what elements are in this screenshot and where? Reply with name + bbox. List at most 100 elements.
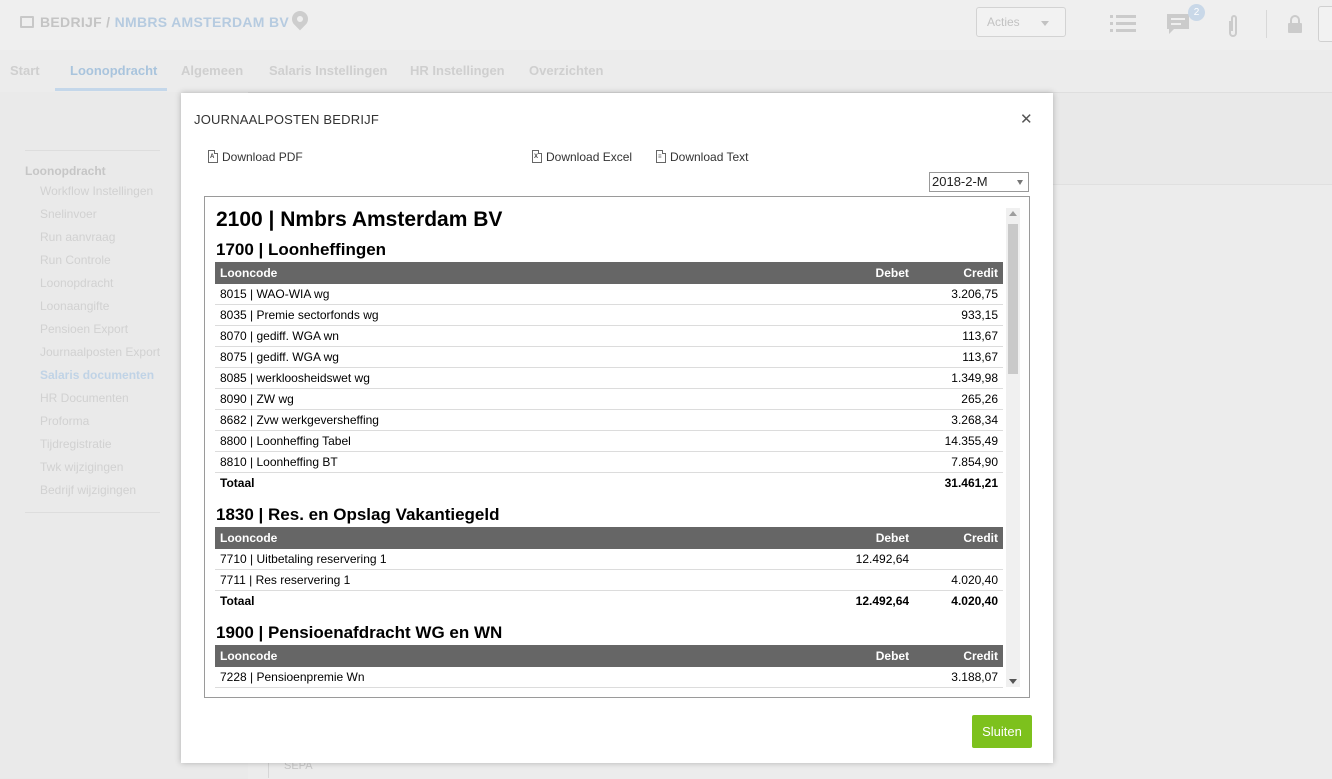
download-pdf-label: Download PDF [222,150,303,164]
main-tabs: Start Loonopdracht Algemeen Salaris Inst… [0,50,1332,93]
credit-cell: 1.349,98 [913,367,1003,389]
user-menu-button[interactable] [1318,6,1332,42]
sluiten-button[interactable]: Sluiten [972,715,1032,748]
sidebar-item-tijdregistratie[interactable]: Tijdregistratie [40,437,112,451]
sidebar-item-loonopdracht[interactable]: Loonopdracht [40,276,113,290]
section-heading: 1700 | Loonheffingen [216,240,387,259]
pdf-file-icon: A [208,150,218,163]
credit-cell: 3.268,34 [913,409,1003,431]
chat-count-badge: 2 [1188,4,1205,21]
debet-cell: 12.492,64 [826,549,915,570]
tab-loonopdracht[interactable]: Loonopdracht [70,63,157,78]
acties-dropdown[interactable]: Acties [976,7,1066,37]
tab-hr-instellingen[interactable]: HR Instellingen [410,63,505,78]
report-scrollbar[interactable] [1006,208,1020,687]
looncode-cell: 8075 | gediff. WGA wg [215,346,828,368]
looncode-cell: 8035 | Premie sectorfonds wg [215,304,828,326]
debet-cell [827,409,914,431]
tab-overzichten[interactable]: Overzichten [529,63,603,78]
paperclip-icon[interactable] [1226,13,1240,39]
looncode-cell: 8810 | Loonheffing BT [215,451,828,473]
credit-cell: 933,15 [913,304,1003,326]
debet-cell [827,388,914,410]
credit-cell [914,549,1003,570]
credit-cell: 3.188,07 [914,667,1003,688]
journal-table: Looncode Debet Credit 7710 | Uitbetaling… [215,527,1003,611]
chevron-down-icon [1041,21,1049,26]
tab-salaris-instellingen[interactable]: Salaris Instellingen [269,63,388,78]
looncode-cell: 8682 | Zvw werkgeversheffing [215,409,828,431]
credit-cell: 265,26 [913,388,1003,410]
debet-cell [826,569,915,591]
looncode-cell: 8015 | WAO-WIA wg [215,284,828,305]
sidebar-item-run-controle[interactable]: Run Controle [40,253,111,267]
journal-table: Looncode Debet Credit 7228 | Pensioenpre… [215,645,1003,688]
chat-icon[interactable] [1166,13,1190,37]
debet-cell [827,325,914,347]
section-heading: 1900 | Pensioenafdracht WG en WN [216,623,503,642]
location-pin-icon[interactable] [288,7,312,31]
sidebar-item-bedrijf-wijzigingen[interactable]: Bedrijf wijzigingen [40,483,136,497]
sidebar-item-snelinvoer[interactable]: Snelinvoer [40,207,97,221]
active-tab-indicator [55,88,167,91]
credit-cell: 113,67 [913,346,1003,368]
debet-cell [827,667,915,688]
acties-label: Acties [987,15,1020,29]
debet-cell [827,284,914,305]
scrollbar-thumb[interactable] [1008,224,1018,374]
looncode-cell: 8070 | gediff. WGA wn [215,325,828,347]
debet-cell [827,367,914,389]
download-pdf-link[interactable]: A Download PDF [208,150,303,164]
close-icon[interactable]: ✕ [1020,110,1033,128]
breadcrumb-prefix: BEDRIJF / [40,14,115,30]
sidebar-divider [25,512,160,513]
chevron-down-icon [1017,180,1023,185]
breadcrumb: BEDRIJF / NMBRS AMSTERDAM BV [20,14,289,30]
period-select[interactable]: 2018-2-M [929,172,1029,192]
tab-start[interactable]: Start [10,63,40,78]
sidebar-title: Loonopdracht [25,164,106,178]
scroll-down-icon[interactable] [1009,679,1017,684]
col-header-credit: Credit [914,527,1003,549]
table-header-row: Looncode Debet Credit [215,645,1003,667]
debet-cell [827,346,914,368]
list-icon[interactable] [1110,13,1136,35]
sidebar-item-pensioen-export[interactable]: Pensioen Export [40,322,128,336]
company-heading: 2100 | Nmbrs Amsterdam BV [216,208,503,231]
sidebar-item-proforma[interactable]: Proforma [40,414,89,428]
credit-cell: 3.206,75 [913,284,1003,305]
total-row: Totaal 12.492,64 4.020,40 [215,590,1003,611]
download-excel-link[interactable]: X Download Excel [532,150,632,164]
sidebar-item-hr-documenten[interactable]: HR Documenten [40,391,129,405]
looncode-cell: 7711 | Res reservering 1 [215,569,827,591]
looncode-cell: 8800 | Loonheffing Tabel [215,430,828,452]
table-row: 8090 | ZW wg 265,26 [215,388,1003,410]
total-credit: 31.461,21 [913,472,1003,493]
credit-cell: 7.854,90 [913,451,1003,473]
scroll-up-icon[interactable] [1009,211,1017,216]
credit-cell: 14.355,49 [913,430,1003,452]
excel-file-icon: X [532,150,542,163]
report-viewer[interactable]: 2100 | Nmbrs Amsterdam BV 1700 | Loonhef… [204,196,1030,698]
debet-cell [827,430,914,452]
sidebar-item-journaalposten-export[interactable]: Journaalposten Export [40,345,160,359]
sidebar-item-workflow-instellingen[interactable]: Workflow Instellingen [40,184,153,198]
col-header-credit: Credit [913,262,1003,284]
total-debet [827,472,914,493]
sidebar-item-loonaangifte[interactable]: Loonaangifte [40,299,109,313]
table-row: 8810 | Loonheffing BT 7.854,90 [215,451,1003,473]
lock-icon[interactable] [1287,15,1303,33]
looncode-cell: 7710 | Uitbetaling reservering 1 [215,549,827,570]
sidebar-item-run-aanvraag[interactable]: Run aanvraag [40,230,115,244]
download-text-link[interactable]: ≡ Download Text [656,150,749,164]
col-header-debet: Debet [827,262,914,284]
breadcrumb-company-link[interactable]: NMBRS AMSTERDAM BV [115,14,289,30]
sidebar-item-salaris-documenten[interactable]: Salaris documenten [40,368,154,382]
col-header-looncode: Looncode [215,527,827,549]
table-row: 7711 | Res reservering 1 4.020,40 [215,569,1003,591]
sidebar-item-twk-wijzigingen[interactable]: Twk wijzigingen [40,460,123,474]
table-row: 8075 | gediff. WGA wg 113,67 [215,346,1003,368]
credit-cell: 113,67 [913,325,1003,347]
tab-algemeen[interactable]: Algemeen [181,63,243,78]
table-row: 8085 | werkloosheidswet wg 1.349,98 [215,367,1003,389]
